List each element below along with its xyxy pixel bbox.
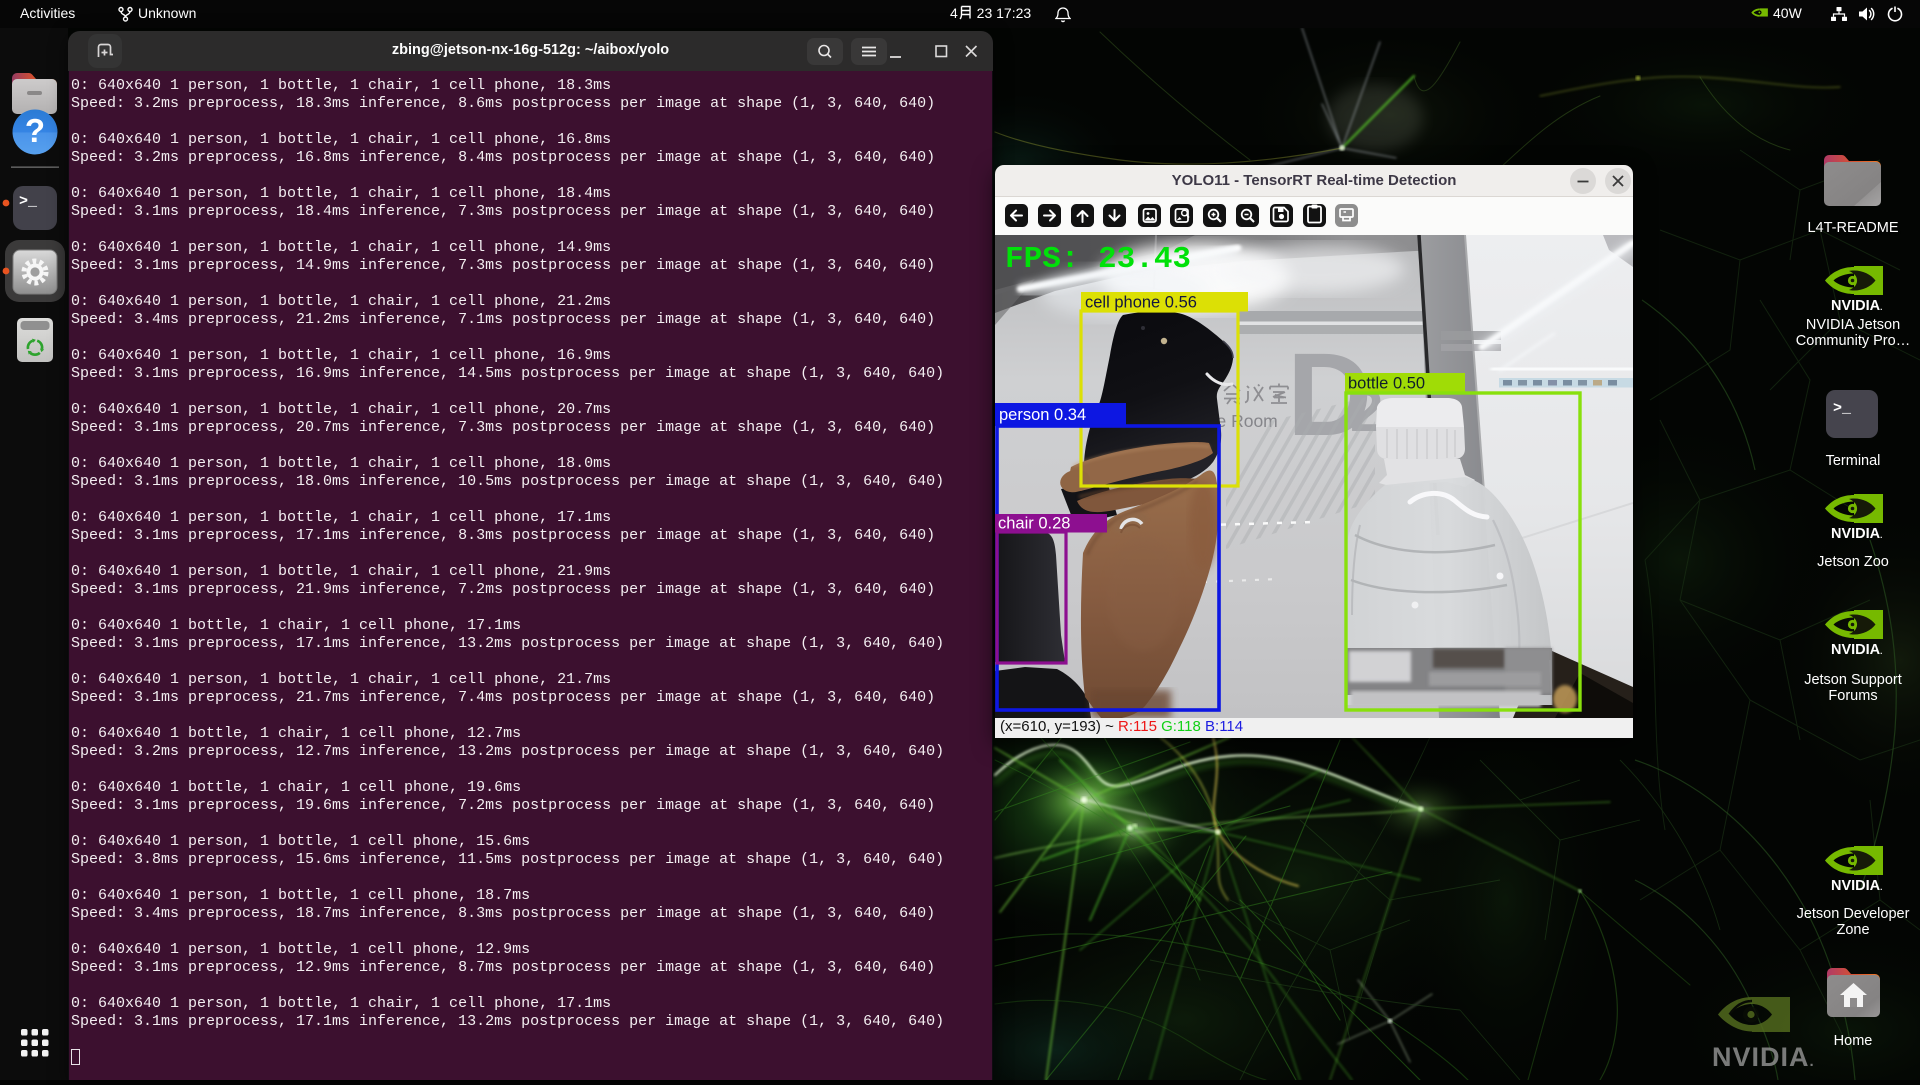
svg-text:Home: Home [1834,1033,1873,1049]
svg-text:chair 0.28: chair 0.28 [998,515,1070,533]
svg-text:bottle 0.50: bottle 0.50 [1348,375,1425,393]
svg-text:NVIDIA Jetson: NVIDIA Jetson [1806,317,1900,333]
svg-text:Forums: Forums [1828,688,1877,704]
svg-text:>_: >_ [19,193,38,210]
svg-text:?: ? [25,112,45,149]
svg-text:Terminal: Terminal [1826,453,1881,469]
svg-text:person 0.34: person 0.34 [999,406,1086,424]
svg-text:Community Pro…: Community Pro… [1796,333,1910,349]
svg-text:FPS: 23.43: FPS: 23.43 [1005,242,1191,277]
svg-text:Jetson Zoo: Jetson Zoo [1817,554,1889,570]
svg-text:>_: >_ [1833,400,1852,417]
svg-text:L4T-README: L4T-README [1807,220,1898,236]
svg-text:Jetson Support: Jetson Support [1804,672,1902,688]
svg-text:Jetson Developer: Jetson Developer [1797,906,1910,922]
svg-text:cell phone 0.56: cell phone 0.56 [1085,294,1197,312]
svg-text:Zone: Zone [1836,922,1869,938]
